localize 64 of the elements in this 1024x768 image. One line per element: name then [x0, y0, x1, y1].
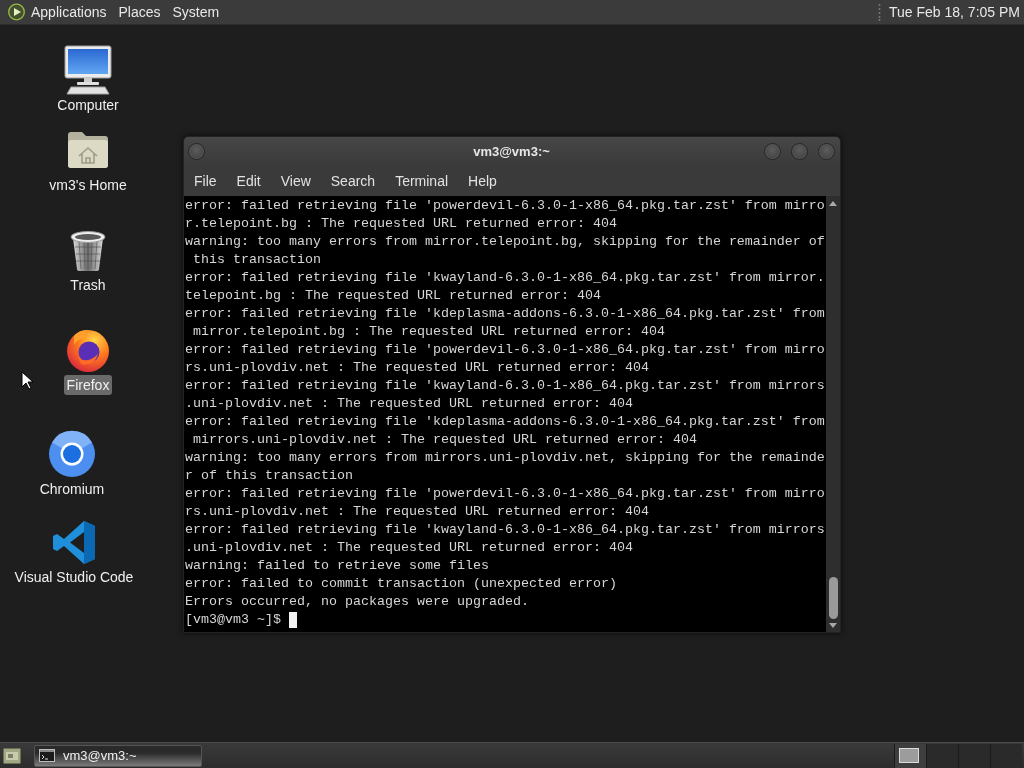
terminal-line: error: failed retrieving file 'kwayland-6.3.0-1-x86_64.pkg.tar.zst' from mirrors — [185, 377, 825, 395]
terminal-line: warning: failed to retrieve some files — [185, 557, 489, 575]
terminal-line: error: failed retrieving file 'kwayland-6.3.0-1-x86_64.pkg.tar.zst' from mirror. — [185, 269, 825, 287]
terminal-line: r of this transaction — [185, 467, 353, 485]
menu-item[interactable]: Edit — [226, 169, 271, 193]
terminal-line: error: failed retrieving file 'powerdevil-6.3.0-1-x86_64.pkg.tar.zst' from mirro — [185, 341, 825, 359]
desktop-icon-label[interactable]: Visual Studio Code — [11, 567, 137, 587]
terminal-line: mirrors.uni-plovdiv.net : The requested URL returned error: 404 — [192, 431, 697, 449]
grip-icon[interactable] — [878, 3, 881, 21]
terminal-line: Errors occurred, no packages were upgraded. — [185, 593, 529, 611]
scrollbar-thumb[interactable] — [828, 577, 838, 619]
text-cursor-icon — [289, 612, 297, 628]
scroll-down-icon[interactable] — [829, 623, 837, 628]
panel-menu[interactable]: Places — [112, 1, 167, 23]
ring-icon[interactable] — [48, 430, 96, 478]
terminal-icon — [39, 749, 55, 762]
home-folder-icon[interactable] — [66, 130, 110, 170]
play-logo-icon[interactable] — [8, 3, 25, 21]
fox-globe-icon[interactable] — [65, 327, 111, 373]
workspace-switcher[interactable] — [894, 743, 1022, 768]
terminal-line: .uni-plovdiv.net : The requested URL returned error: 404 — [185, 539, 633, 557]
terminal-line: telepoint.bg : The requested URL returned error: 404 — [185, 287, 601, 305]
terminal-line: error: failed retrieving file 'kwayland-6.3.0-1-x86_64.pkg.tar.zst' from mirrors — [185, 521, 825, 539]
workspace-cell[interactable] — [894, 743, 926, 768]
desktop-icon-label[interactable]: Chromium — [36, 479, 108, 499]
menu-item[interactable]: File — [184, 169, 227, 193]
desktop-icon-label[interactable]: Computer — [54, 95, 122, 115]
ribbon-icon[interactable] — [52, 519, 96, 565]
monitor-icon[interactable] — [64, 45, 112, 95]
terminal-line: .uni-plovdiv.net : The requested URL returned error: 404 — [185, 395, 633, 413]
terminal-line: warning: too many errors from mirrors.uni-plovdiv.net, skipping for the remainde — [185, 449, 825, 467]
terminal-line: warning: too many errors from mirror.telepoint.bg, skipping for the remainder of — [185, 233, 825, 251]
terminal-line: this transaction — [192, 251, 321, 269]
workspace-cell[interactable] — [958, 743, 990, 768]
terminal-line: r.telepoint.bg : The requested URL returned error: 404 — [185, 215, 617, 233]
window-thumbnail-icon — [899, 748, 919, 763]
terminal-line: mirror.telepoint.bg : The requested URL returned error: 404 — [192, 323, 665, 341]
clock[interactable]: Tue Feb 18, 7:05 PM — [889, 3, 1020, 21]
terminal-line: error: failed retrieving file 'kdeplasma-addons-6.3.0-1-x86_64.pkg.tar.zst' from — [185, 305, 825, 323]
mouse-pointer-icon — [21, 371, 34, 390]
trash-bin-icon[interactable] — [68, 228, 108, 272]
desktop-tile-icon[interactable] — [3, 747, 21, 764]
scroll-up-icon[interactable] — [829, 201, 837, 206]
window-title: vm3@vm3:~ — [473, 143, 550, 160]
panel-menu[interactable]: Applications — [25, 1, 113, 23]
terminal-line: rs.uni-plovdiv.net : The requested URL returned error: 404 — [185, 503, 649, 521]
workspace-cell[interactable] — [926, 743, 958, 768]
desktop-icon-label[interactable]: vm3's Home — [46, 175, 130, 195]
terminal-line: error: failed retrieving file 'kdeplasma-addons-6.3.0-1-x86_64.pkg.tar.zst' from — [185, 413, 825, 431]
workspace-cell[interactable] — [990, 743, 1022, 768]
desktop-icon-label[interactable]: Firefox — [63, 375, 113, 395]
panel-menu[interactable]: System — [166, 1, 226, 23]
terminal-line: rs.uni-plovdiv.net : The requested URL returned error: 404 — [185, 359, 649, 377]
terminal-line: error: failed retrieving file 'powerdevil-6.3.0-1-x86_64.pkg.tar.zst' from mirro — [185, 485, 825, 503]
desktop-icon-label[interactable]: Trash — [67, 275, 109, 295]
scrollbar-track[interactable] — [826, 196, 840, 632]
menu-item[interactable]: Terminal — [385, 169, 459, 193]
terminal-prompt: [vm3@vm3 ~]$ — [185, 611, 281, 629]
menu-item[interactable]: Search — [320, 169, 386, 193]
taskbar-button[interactable]: vm3@vm3:~ — [34, 744, 202, 767]
menu-item[interactable]: View — [270, 169, 321, 193]
terminal-line: error: failed to commit transaction (unexpected error) — [185, 575, 617, 593]
terminal-line: error: failed retrieving file 'powerdevil-6.3.0-1-x86_64.pkg.tar.zst' from mirro — [185, 197, 825, 215]
menu-item[interactable]: Help — [458, 169, 507, 193]
